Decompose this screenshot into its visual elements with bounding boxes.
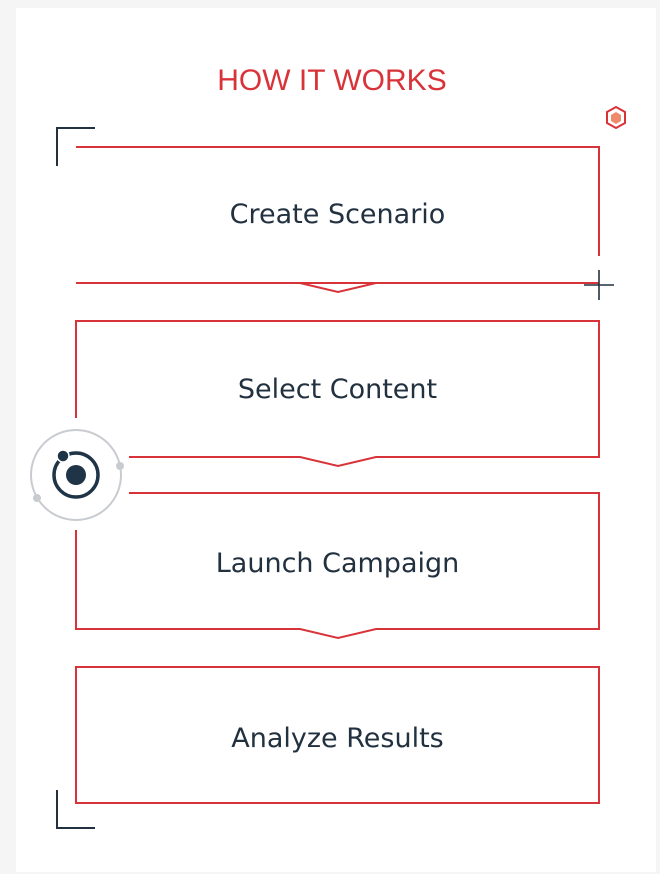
section-title: HOW IT WORKS [217,64,447,97]
step-label-analyze-results: Analyze Results [231,723,444,754]
hexagon-icon [606,105,626,130]
step-label-create-scenario: Create Scenario [229,199,446,230]
crosshair-plus-icon [584,270,614,300]
step-label-launch-campaign: Launch Campaign [215,548,460,579]
orbit-icon [30,429,124,521]
step-label-select-content: Select Content [237,374,438,405]
